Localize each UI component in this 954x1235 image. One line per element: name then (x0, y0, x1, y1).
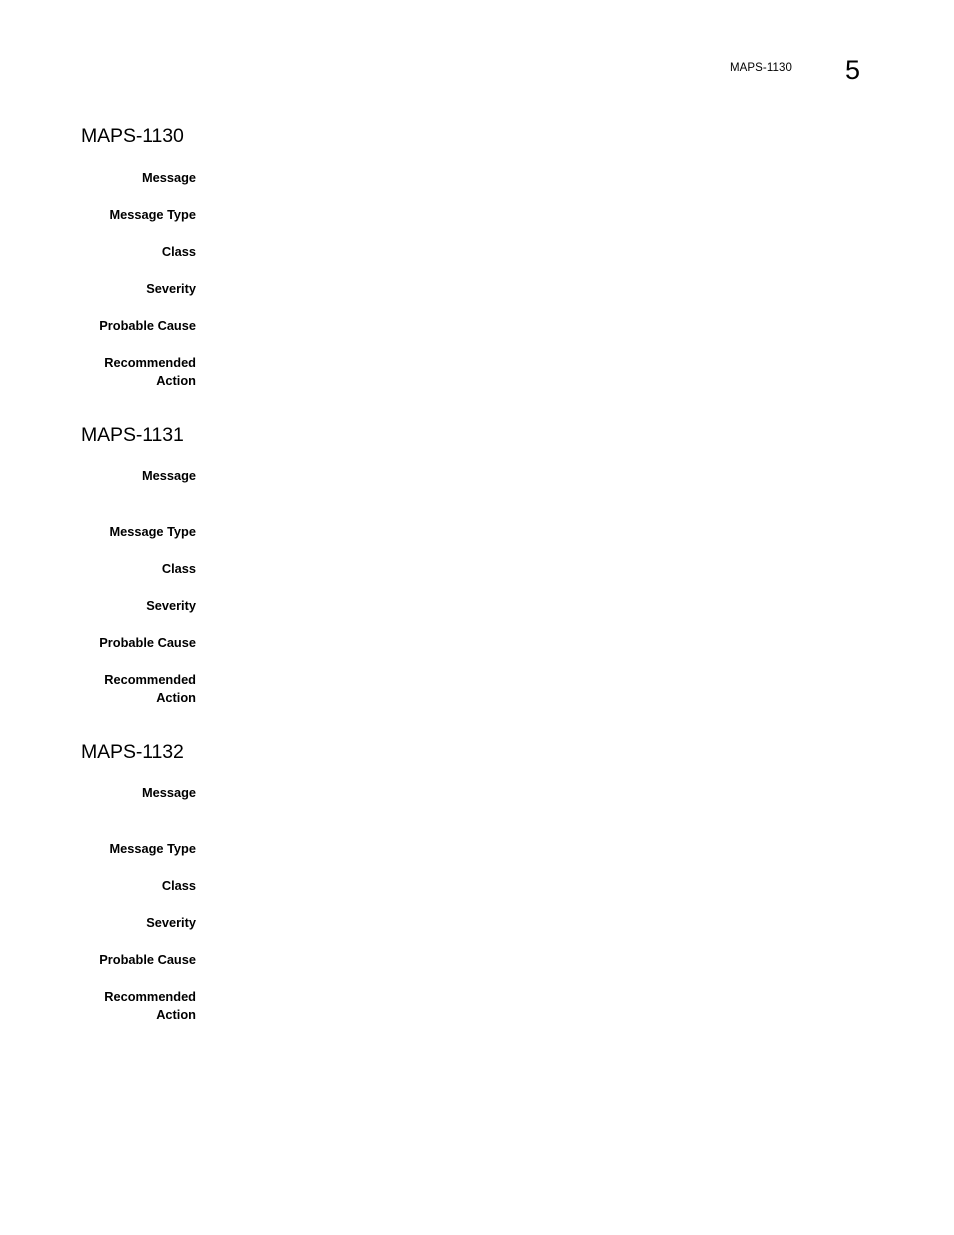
field-row: Probable Cause (0, 634, 954, 653)
field-row: Recommended Action (0, 988, 954, 1025)
field-row: Message (0, 784, 954, 803)
field-row: Class (0, 877, 954, 896)
field-label-severity: Severity (146, 280, 196, 296)
field-label-recommended-action: Recommended Action (104, 354, 196, 389)
field-label-message: Message (141, 468, 196, 483)
page-header: MAPS-1130 5 (0, 55, 954, 98)
field-value-class (196, 243, 954, 262)
field-value-probable-cause (196, 634, 954, 653)
field-label-message-type: Message Type (109, 523, 196, 539)
field-row: Severity (0, 597, 954, 616)
field-row: Message (0, 467, 954, 486)
field-value-message-type (196, 523, 954, 542)
message-section: MAPS-1130 Message Message Type Class Sev… (0, 122, 954, 391)
field-value-message (196, 467, 954, 486)
field-row: Message (0, 169, 954, 188)
field-label-class: Class (161, 243, 196, 259)
field-label-recommended-action: Recommended Action (104, 988, 196, 1023)
field-list: Message Message Type Class Severity Prob… (0, 784, 954, 1025)
field-label-probable-cause: Probable Cause (99, 634, 196, 650)
field-label-recommended-action: Recommended Action (104, 671, 196, 706)
field-row: Message Type (0, 840, 954, 859)
field-row: Message Type (0, 206, 954, 225)
field-row: Probable Cause (0, 951, 954, 970)
field-value-class (196, 877, 954, 896)
section-title: MAPS-1132 (81, 740, 184, 763)
field-label-message-type: Message Type (109, 206, 196, 222)
field-row: Probable Cause (0, 317, 954, 336)
field-value-recommended-action (196, 671, 954, 690)
field-value-message (196, 169, 954, 188)
field-row: Message Type (0, 523, 954, 542)
message-section: MAPS-1132 Message Message Type Class Sev… (0, 738, 954, 1025)
field-label-class: Class (161, 877, 196, 893)
field-value-recommended-action (196, 354, 954, 373)
field-label-severity: Severity (146, 597, 196, 613)
field-row: Class (0, 243, 954, 262)
section-title: MAPS-1130 (81, 125, 184, 147)
field-value-class (196, 560, 954, 579)
field-value-message-type (196, 206, 954, 225)
field-list: Message Message Type Class Severity Prob… (0, 467, 954, 708)
field-value-probable-cause (196, 951, 954, 970)
field-value-severity (196, 597, 954, 616)
field-value-message-type (196, 840, 954, 859)
field-label-severity: Severity (146, 914, 196, 930)
document-body: MAPS-1130 Message Message Type Class Sev… (0, 122, 954, 1025)
field-row: Severity (0, 280, 954, 299)
page-number: 5 (844, 55, 860, 85)
field-row: Class (0, 560, 954, 579)
header-reference: MAPS-1130 (729, 62, 792, 74)
field-label-probable-cause: Probable Cause (99, 317, 196, 333)
field-row: Recommended Action (0, 671, 954, 708)
field-list: Message Message Type Class Severity Prob… (0, 169, 954, 391)
field-value-message (196, 784, 954, 803)
field-value-severity (196, 914, 954, 933)
field-label-message-type: Message Type (109, 840, 196, 856)
field-label-class: Class (161, 560, 196, 576)
field-label-probable-cause: Probable Cause (99, 951, 196, 967)
field-label-message: Message (141, 169, 196, 185)
field-value-recommended-action (196, 988, 954, 1007)
section-title: MAPS-1131 (81, 423, 184, 446)
field-row: Recommended Action (0, 354, 954, 391)
field-value-severity (196, 280, 954, 299)
field-row: Severity (0, 914, 954, 933)
field-label-message: Message (141, 785, 196, 800)
field-value-probable-cause (196, 317, 954, 336)
message-section: MAPS-1131 Message Message Type Class Sev… (0, 421, 954, 708)
